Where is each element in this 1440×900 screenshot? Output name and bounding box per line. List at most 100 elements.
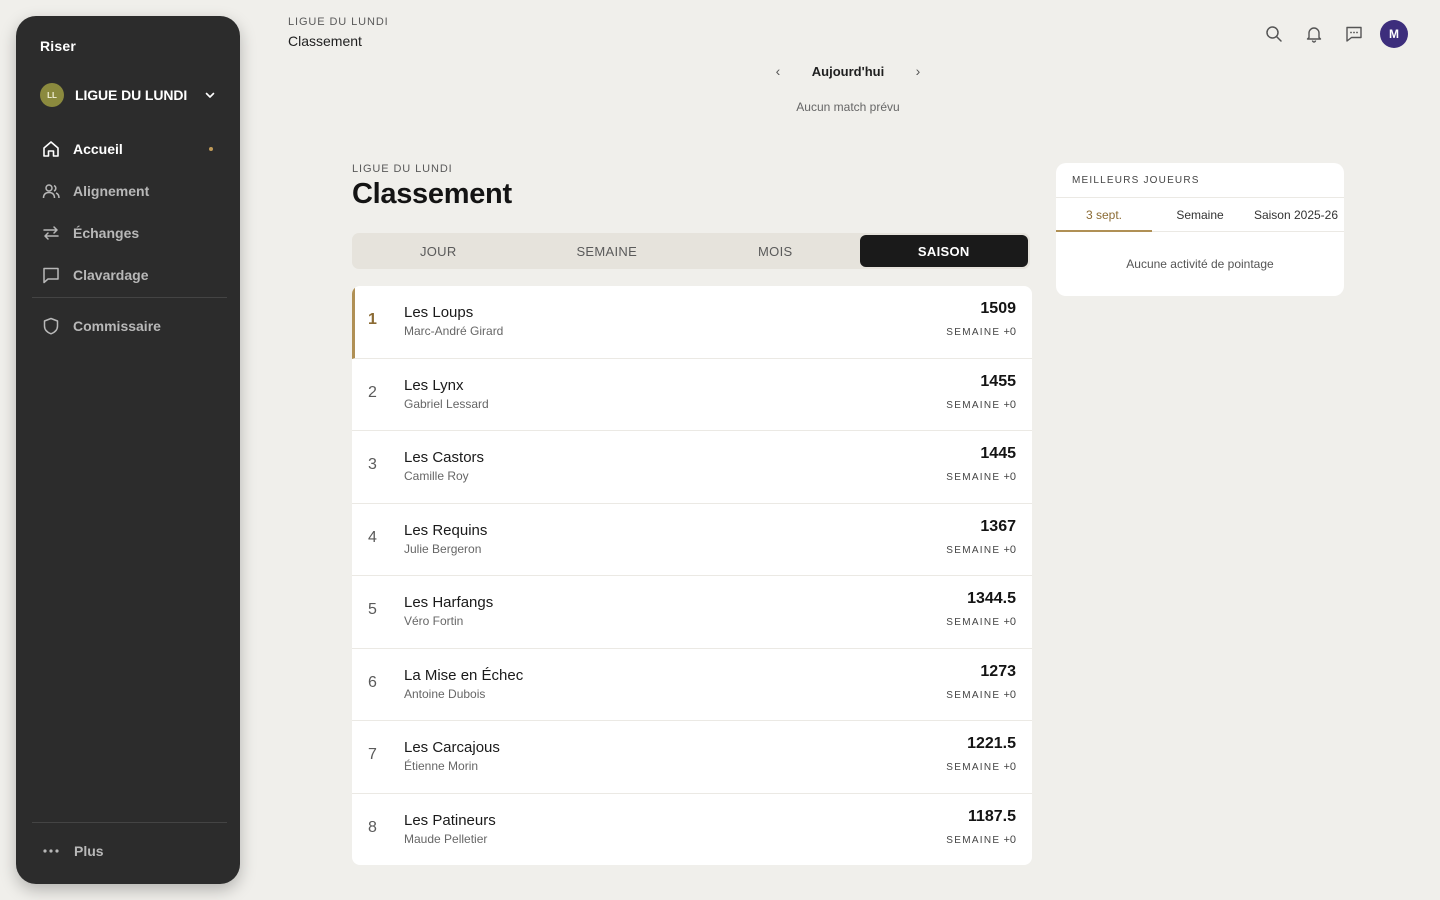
team-points: 1221.5 [967, 735, 1016, 752]
table-row[interactable]: 7 Les Carcajous Étienne Morin 1221.5 SEM… [352, 721, 1032, 794]
chevron-right-icon[interactable]: › [908, 61, 928, 81]
no-match-message: Aucun match prévu [796, 100, 900, 114]
sidebar-item-commissaire[interactable]: Commissaire [32, 305, 224, 347]
team-rank: 1 [368, 311, 377, 328]
sidebar-item-label: Alignement [73, 183, 150, 199]
league-name: LIGUE DU LUNDI [75, 87, 188, 103]
week-delta: SEMAINE +0 [946, 398, 1016, 411]
team-owner: Antoine Dubois [404, 686, 486, 701]
tab-mois[interactable]: MOIS [691, 235, 860, 267]
sidebar-item-echanges[interactable]: Échanges [32, 212, 224, 254]
top-players-tabs: 3 sept. Semaine Saison 2025-26 [1056, 197, 1344, 232]
week-delta: SEMAINE +0 [946, 833, 1016, 846]
sidebar-item-label: Échanges [73, 225, 140, 241]
week-delta: SEMAINE +0 [946, 471, 1016, 483]
page-title: Classement [352, 178, 512, 210]
team-rank: 8 [368, 818, 377, 836]
team-owner: Julie Bergeron [404, 541, 482, 556]
sidebar-item-more[interactable]: Plus [41, 840, 104, 862]
top-toolbar: M [1248, 20, 1408, 48]
week-delta: SEMAINE +0 [946, 761, 1016, 773]
brand-logo[interactable]: Riser [40, 38, 76, 54]
team-owner: Maude Pelletier [404, 831, 488, 846]
team-owner: Étienne Morin [404, 759, 479, 773]
swap-icon [41, 223, 61, 243]
sidebar-divider [32, 297, 227, 298]
table-row[interactable]: 6 La Mise en Échec Antoine Dubois 1273 S… [352, 649, 1032, 721]
chevron-left-icon[interactable]: ‹ [768, 61, 788, 81]
table-row[interactable]: 4 Les Requins Julie Bergeron 1367 SEMAIN… [352, 504, 1032, 576]
messages-icon[interactable] [1340, 20, 1368, 48]
table-row[interactable]: 3 Les Castors Camille Roy 1445 SEMAINE +… [352, 431, 1032, 504]
team-rank: 5 [368, 601, 377, 618]
team-points: 1273 [980, 662, 1016, 680]
sidebar-item-clavardage[interactable]: Clavardage [32, 254, 224, 296]
sidebar-item-accueil[interactable]: Accueil [32, 128, 224, 170]
empty-state: Aucune activité de pointage [1126, 257, 1274, 271]
tab-season[interactable]: Saison 2025-26 [1248, 198, 1344, 231]
home-icon [41, 139, 61, 159]
league-avatar: LL [40, 83, 64, 107]
team-points: 1187.5 [967, 807, 1016, 825]
chat-icon [41, 265, 61, 285]
tab-semaine[interactable]: SEMAINE [523, 235, 692, 267]
active-indicator [209, 147, 213, 151]
team-rank: 2 [368, 383, 377, 401]
team-points: 1367 [980, 517, 1016, 535]
sidebar-item-label: Plus [74, 843, 104, 859]
breadcrumb-page: Classement [288, 33, 362, 49]
team-points: 1445 [980, 445, 1016, 462]
more-icon [41, 841, 61, 861]
team-name: La Mise en Échec [404, 666, 524, 684]
team-name: Les Requins [404, 521, 488, 539]
team-rank: 7 [368, 746, 377, 763]
team-name: Les Castors [404, 449, 485, 466]
team-name: Les Patineurs [404, 811, 496, 829]
bell-icon[interactable] [1300, 20, 1328, 48]
week-delta: SEMAINE +0 [946, 543, 1016, 556]
team-name: Les Lynx [404, 376, 464, 394]
sidebar-item-label: Commissaire [73, 318, 161, 334]
date-label[interactable]: Aujourd'hui [812, 64, 884, 79]
team-points: 1509 [980, 300, 1016, 317]
week-delta: SEMAINE +0 [946, 326, 1016, 338]
tab-day[interactable]: 3 sept. [1056, 198, 1152, 232]
team-name: Les Harfangs [404, 594, 494, 611]
team-rank: 6 [368, 673, 377, 691]
sidebar: Riser LL LIGUE DU LUNDI Accueil Aligneme… [16, 16, 240, 884]
team-points: 1455 [980, 372, 1016, 390]
team-points: 1344.5 [967, 590, 1016, 607]
standings-table: 1 Les Loups Marc-André Girard 1509 SEMAI… [352, 286, 1032, 865]
team-rank: 4 [368, 528, 377, 546]
team-name: Les Carcajous [404, 739, 500, 756]
shield-icon [41, 316, 61, 336]
team-rank: 3 [368, 456, 377, 473]
table-row[interactable]: 8 Les Patineurs Maude Pelletier 1187.5 S… [352, 794, 1032, 866]
date-navigator: ‹ Aujourd'hui › [768, 60, 928, 82]
user-avatar[interactable]: M [1380, 20, 1408, 48]
top-players-panel: MEILLEURS JOUEURS 3 sept. Semaine Saison… [1056, 163, 1344, 296]
tab-week[interactable]: Semaine [1152, 198, 1248, 231]
search-icon[interactable] [1260, 20, 1288, 48]
users-icon [41, 181, 61, 201]
table-row[interactable]: 2 Les Lynx Gabriel Lessard 1455 SEMAINE … [352, 359, 1032, 431]
sidebar-item-label: Clavardage [73, 267, 149, 283]
table-row[interactable]: 5 Les Harfangs Véro Fortin 1344.5 SEMAIN… [352, 576, 1032, 649]
sidebar-divider [32, 822, 227, 823]
week-delta: SEMAINE +0 [946, 688, 1016, 701]
team-owner: Marc-André Girard [404, 324, 504, 338]
team-owner: Gabriel Lessard [404, 396, 489, 411]
team-owner: Véro Fortin [404, 614, 464, 628]
breadcrumb-league: LIGUE DU LUNDI [288, 16, 389, 28]
team-owner: Camille Roy [404, 469, 469, 483]
sidebar-nav: Accueil Alignement Échanges Clavardage [32, 128, 224, 296]
page-overline: LIGUE DU LUNDI [352, 163, 453, 175]
sidebar-item-label: Accueil [73, 141, 123, 157]
tab-jour[interactable]: JOUR [354, 235, 523, 267]
sidebar-item-alignement[interactable]: Alignement [32, 170, 224, 212]
chevron-down-icon [204, 89, 216, 101]
tab-saison[interactable]: SAISON [859, 235, 1028, 267]
panel-title: MEILLEURS JOUEURS [1072, 175, 1200, 186]
table-row[interactable]: 1 Les Loups Marc-André Girard 1509 SEMAI… [352, 286, 1032, 359]
league-switcher[interactable]: LL LIGUE DU LUNDI [40, 82, 216, 108]
